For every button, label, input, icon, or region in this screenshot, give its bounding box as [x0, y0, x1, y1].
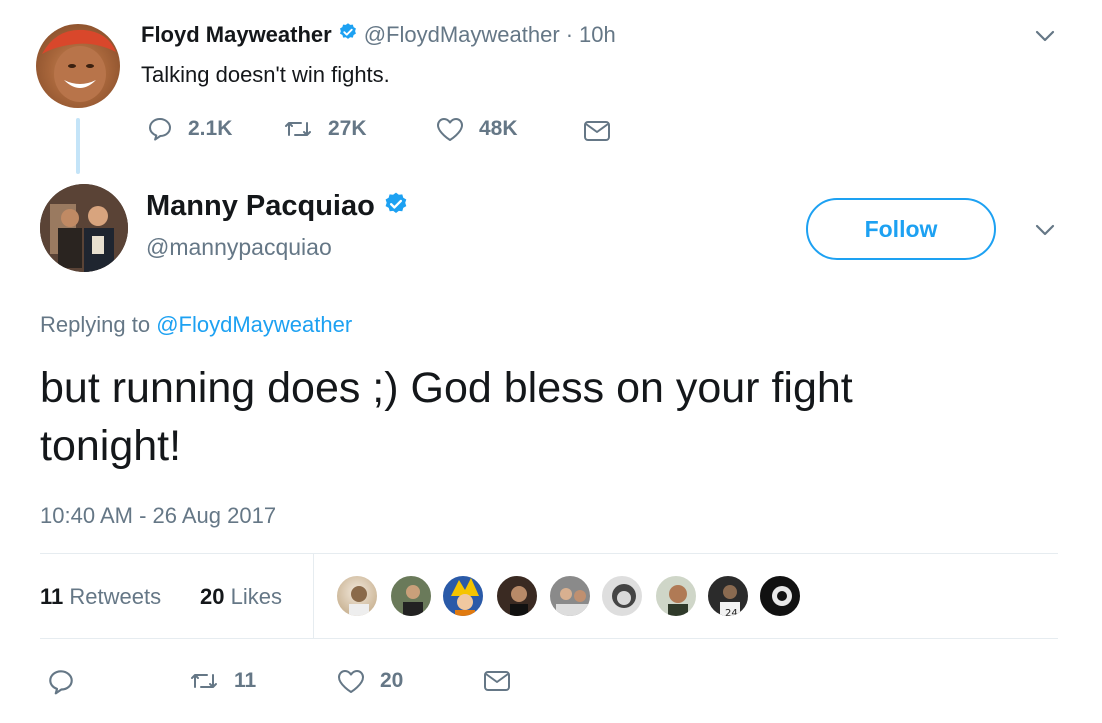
stats-bottom-divider [40, 638, 1058, 639]
replying-to-line: Replying to @FloydMayweather [40, 312, 352, 338]
parent-reply-count: 2.1K [188, 117, 233, 140]
verified-badge-icon [383, 191, 409, 222]
heart-icon [435, 115, 465, 143]
retweet-icon [282, 115, 314, 143]
liker-avatar[interactable] [389, 574, 433, 618]
reply-chevron-down-icon[interactable] [1034, 222, 1056, 243]
parent-like-count: 48K [479, 117, 518, 140]
follow-button[interactable]: Follow [806, 198, 996, 260]
parent-tweet-header: Floyd Mayweather @FloydMayweather · 10h [141, 22, 616, 48]
parent-tweet-time[interactable]: 10h [579, 22, 616, 48]
reply-tweet-text-line2: tonight! [40, 422, 182, 470]
reply-action-retweet[interactable]: 11 [188, 667, 256, 695]
liker-avatar[interactable] [495, 574, 539, 618]
parent-message-icon[interactable] [582, 118, 612, 149]
reply-icon [46, 670, 76, 701]
reply-action-retweet-count: 11 [234, 669, 257, 692]
likes-stat[interactable]: 20 Likes [200, 584, 282, 610]
parent-like-action[interactable]: 48K [435, 115, 518, 143]
reply-timestamp[interactable]: 10:40 AM - 26 Aug 2017 [40, 503, 276, 529]
reply-author-header: Manny Pacquiao [146, 190, 409, 223]
liker-avatar[interactable] [654, 574, 698, 618]
parent-retweet-action[interactable]: 27K [282, 115, 367, 143]
liker-avatar[interactable] [548, 574, 592, 618]
liker-avatar[interactable] [600, 574, 644, 618]
reply-action-like-count: 20 [380, 669, 404, 692]
reply-action-reply[interactable] [46, 667, 76, 702]
parent-author-handle[interactable]: @FloydMayweather [364, 22, 560, 48]
thread-connector-line [76, 118, 80, 174]
retweet-icon [188, 667, 220, 695]
header-separator: · [565, 22, 574, 47]
parent-tweet-text: Talking doesn't win fights. [141, 62, 390, 87]
reply-author-handle[interactable]: @mannypacquiao [146, 234, 332, 261]
retweets-stat-label: Retweets [69, 584, 162, 609]
liker-avatar[interactable]: 24 [706, 574, 750, 618]
verified-badge-icon [338, 22, 358, 48]
liker-avatar[interactable] [758, 574, 802, 618]
reply-icon [146, 115, 174, 143]
heart-icon [336, 667, 366, 695]
likes-stat-count: 20 [200, 584, 225, 609]
retweets-stat[interactable]: 11 Retweets [40, 584, 161, 610]
message-icon [482, 671, 512, 698]
liker-avatar[interactable] [335, 574, 379, 618]
liker-avatar[interactable] [441, 574, 485, 618]
reply-action-message[interactable] [482, 668, 512, 699]
replying-to-label: Replying to [40, 312, 151, 337]
stats-vertical-divider [313, 554, 314, 638]
retweets-stat-count: 11 [40, 584, 64, 609]
parent-author-name[interactable]: Floyd Mayweather [141, 22, 332, 48]
reply-tweet-text-line1: but running does ;) God bless on your fi… [40, 364, 853, 412]
parent-chevron-down-icon[interactable] [1034, 28, 1056, 49]
parent-retweet-count: 27K [328, 117, 367, 140]
reply-author-name[interactable]: Manny Pacquiao [146, 190, 375, 223]
replying-to-handle-link[interactable]: @FloydMayweather [156, 312, 352, 337]
avatar-manny-pacquiao[interactable] [40, 184, 128, 272]
svg-text:24: 24 [725, 608, 738, 618]
avatar-floyd-mayweather[interactable] [36, 24, 120, 108]
stats-top-divider [40, 553, 1058, 554]
likes-stat-label: Likes [230, 584, 282, 609]
reply-action-like[interactable]: 20 [336, 667, 403, 695]
parent-reply-action[interactable]: 2.1K [146, 115, 232, 143]
